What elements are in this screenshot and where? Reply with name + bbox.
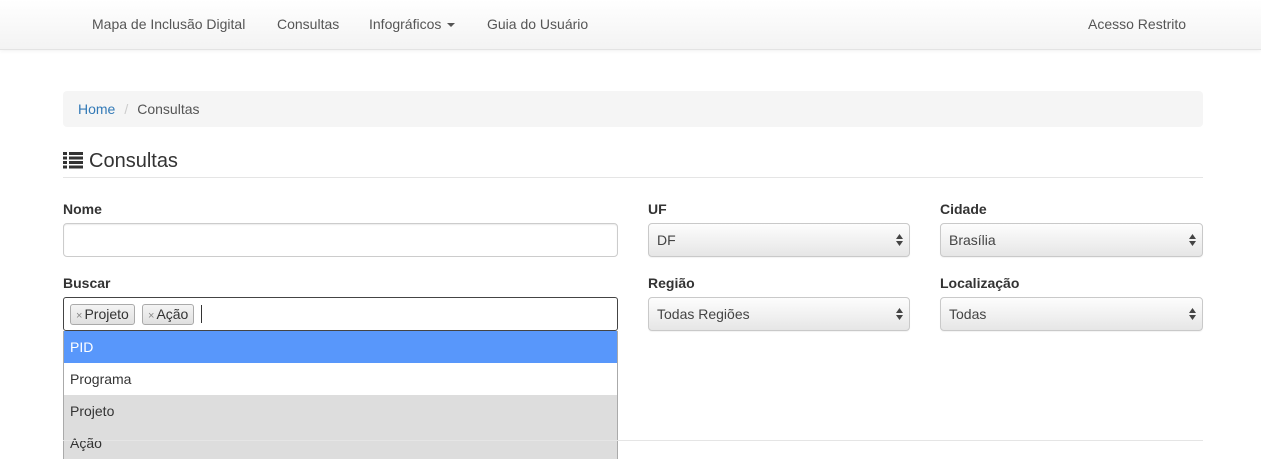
nav-infograficos-label: Infográficos <box>369 16 442 32</box>
nav-mapa-inclusao-digital[interactable]: Mapa de Inclusão Digital <box>92 16 245 32</box>
top-navbar: Mapa de Inclusão Digital Consultas Infog… <box>0 0 1261 50</box>
page-title-text: Consultas <box>89 150 178 172</box>
tag-projeto: × Projeto <box>70 304 135 325</box>
cidade-label: Cidade <box>940 201 987 217</box>
select-arrows-icon <box>1189 234 1196 246</box>
breadcrumb: Home / Consultas <box>63 91 1203 127</box>
remove-tag-icon[interactable]: × <box>76 310 82 322</box>
localizacao-label: Localização <box>940 275 1020 291</box>
option-programa[interactable]: Programa <box>64 363 617 395</box>
option-acao[interactable]: Ação <box>64 427 617 459</box>
buscar-multiselect[interactable]: × Projeto × Ação <box>63 297 618 331</box>
nome-label: Nome <box>63 201 102 217</box>
cidade-select-value: Brasília <box>949 232 996 248</box>
uf-select-value: DF <box>657 232 676 248</box>
nav-guia-usuario[interactable]: Guia do Usuário <box>487 16 588 32</box>
nav-consultas[interactable]: Consultas <box>277 16 339 32</box>
uf-select[interactable]: DF <box>648 223 910 257</box>
page-title: Consultas <box>63 150 178 173</box>
regiao-label: Região <box>648 275 695 291</box>
select-arrows-icon <box>896 234 903 246</box>
buscar-label: Buscar <box>63 275 111 291</box>
caret-down-icon <box>447 23 456 28</box>
nav-infograficos-dropdown[interactable]: Infográficos <box>369 16 456 32</box>
cidade-select[interactable]: Brasília <box>940 223 1203 257</box>
nome-input[interactable] <box>63 223 618 257</box>
breadcrumb-separator: / <box>124 101 129 117</box>
select-arrows-icon <box>1189 308 1196 320</box>
remove-tag-icon[interactable]: × <box>148 310 154 322</box>
tag-acao: × Ação <box>142 304 195 325</box>
regiao-select-value: Todas Regiões <box>657 306 750 322</box>
option-projeto[interactable]: Projeto <box>64 395 617 427</box>
uf-label: UF <box>648 201 667 217</box>
section-divider <box>63 440 1203 441</box>
regiao-select[interactable]: Todas Regiões <box>648 297 910 331</box>
breadcrumb-home-link[interactable]: Home <box>78 101 115 117</box>
text-cursor <box>201 305 202 323</box>
localizacao-select-value: Todas <box>949 306 987 322</box>
title-divider <box>63 177 1203 178</box>
breadcrumb-current: Consultas <box>137 101 200 117</box>
select-arrows-icon <box>896 308 903 320</box>
tag-label: Projeto <box>84 306 129 322</box>
nav-acesso-restrito[interactable]: Acesso Restrito <box>1088 16 1186 32</box>
tag-label: Ação <box>156 306 189 322</box>
option-pid[interactable]: PID <box>64 331 617 363</box>
localizacao-select[interactable]: Todas <box>940 297 1203 331</box>
list-icon <box>63 152 83 169</box>
